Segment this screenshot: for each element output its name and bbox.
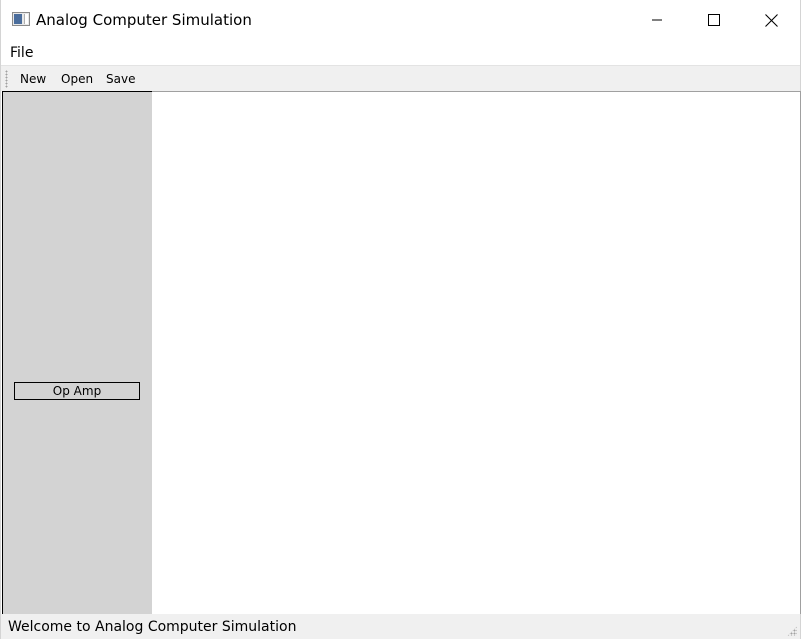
minimize-icon	[652, 19, 662, 21]
close-button[interactable]	[742, 0, 800, 40]
toolbar-grip-handle[interactable]	[5, 70, 8, 88]
close-icon	[764, 13, 778, 27]
op-amp-button[interactable]: Op Amp	[14, 382, 140, 400]
app-window-icon	[12, 12, 30, 26]
menu-bar: File	[1, 40, 800, 65]
window-title: Analog Computer Simulation	[36, 11, 252, 29]
status-message: Welcome to Analog Computer Simulation	[8, 619, 297, 635]
new-button[interactable]: New	[20, 70, 46, 88]
component-palette: Op Amp	[2, 91, 153, 614]
toolbar: New Open Save	[1, 65, 800, 91]
menu-file[interactable]: File	[10, 43, 33, 63]
app-window: Analog Computer Simulation File New Open…	[0, 0, 801, 639]
maximize-icon	[708, 14, 720, 26]
title-bar[interactable]: Analog Computer Simulation	[1, 0, 800, 40]
maximize-button[interactable]	[685, 0, 743, 40]
status-bar: Welcome to Analog Computer Simulation	[1, 614, 800, 639]
resize-grip-icon[interactable]	[787, 626, 797, 636]
open-button[interactable]: Open	[61, 70, 93, 88]
minimize-button[interactable]	[628, 0, 686, 40]
simulation-canvas[interactable]	[152, 91, 801, 614]
save-button[interactable]: Save	[106, 70, 135, 88]
